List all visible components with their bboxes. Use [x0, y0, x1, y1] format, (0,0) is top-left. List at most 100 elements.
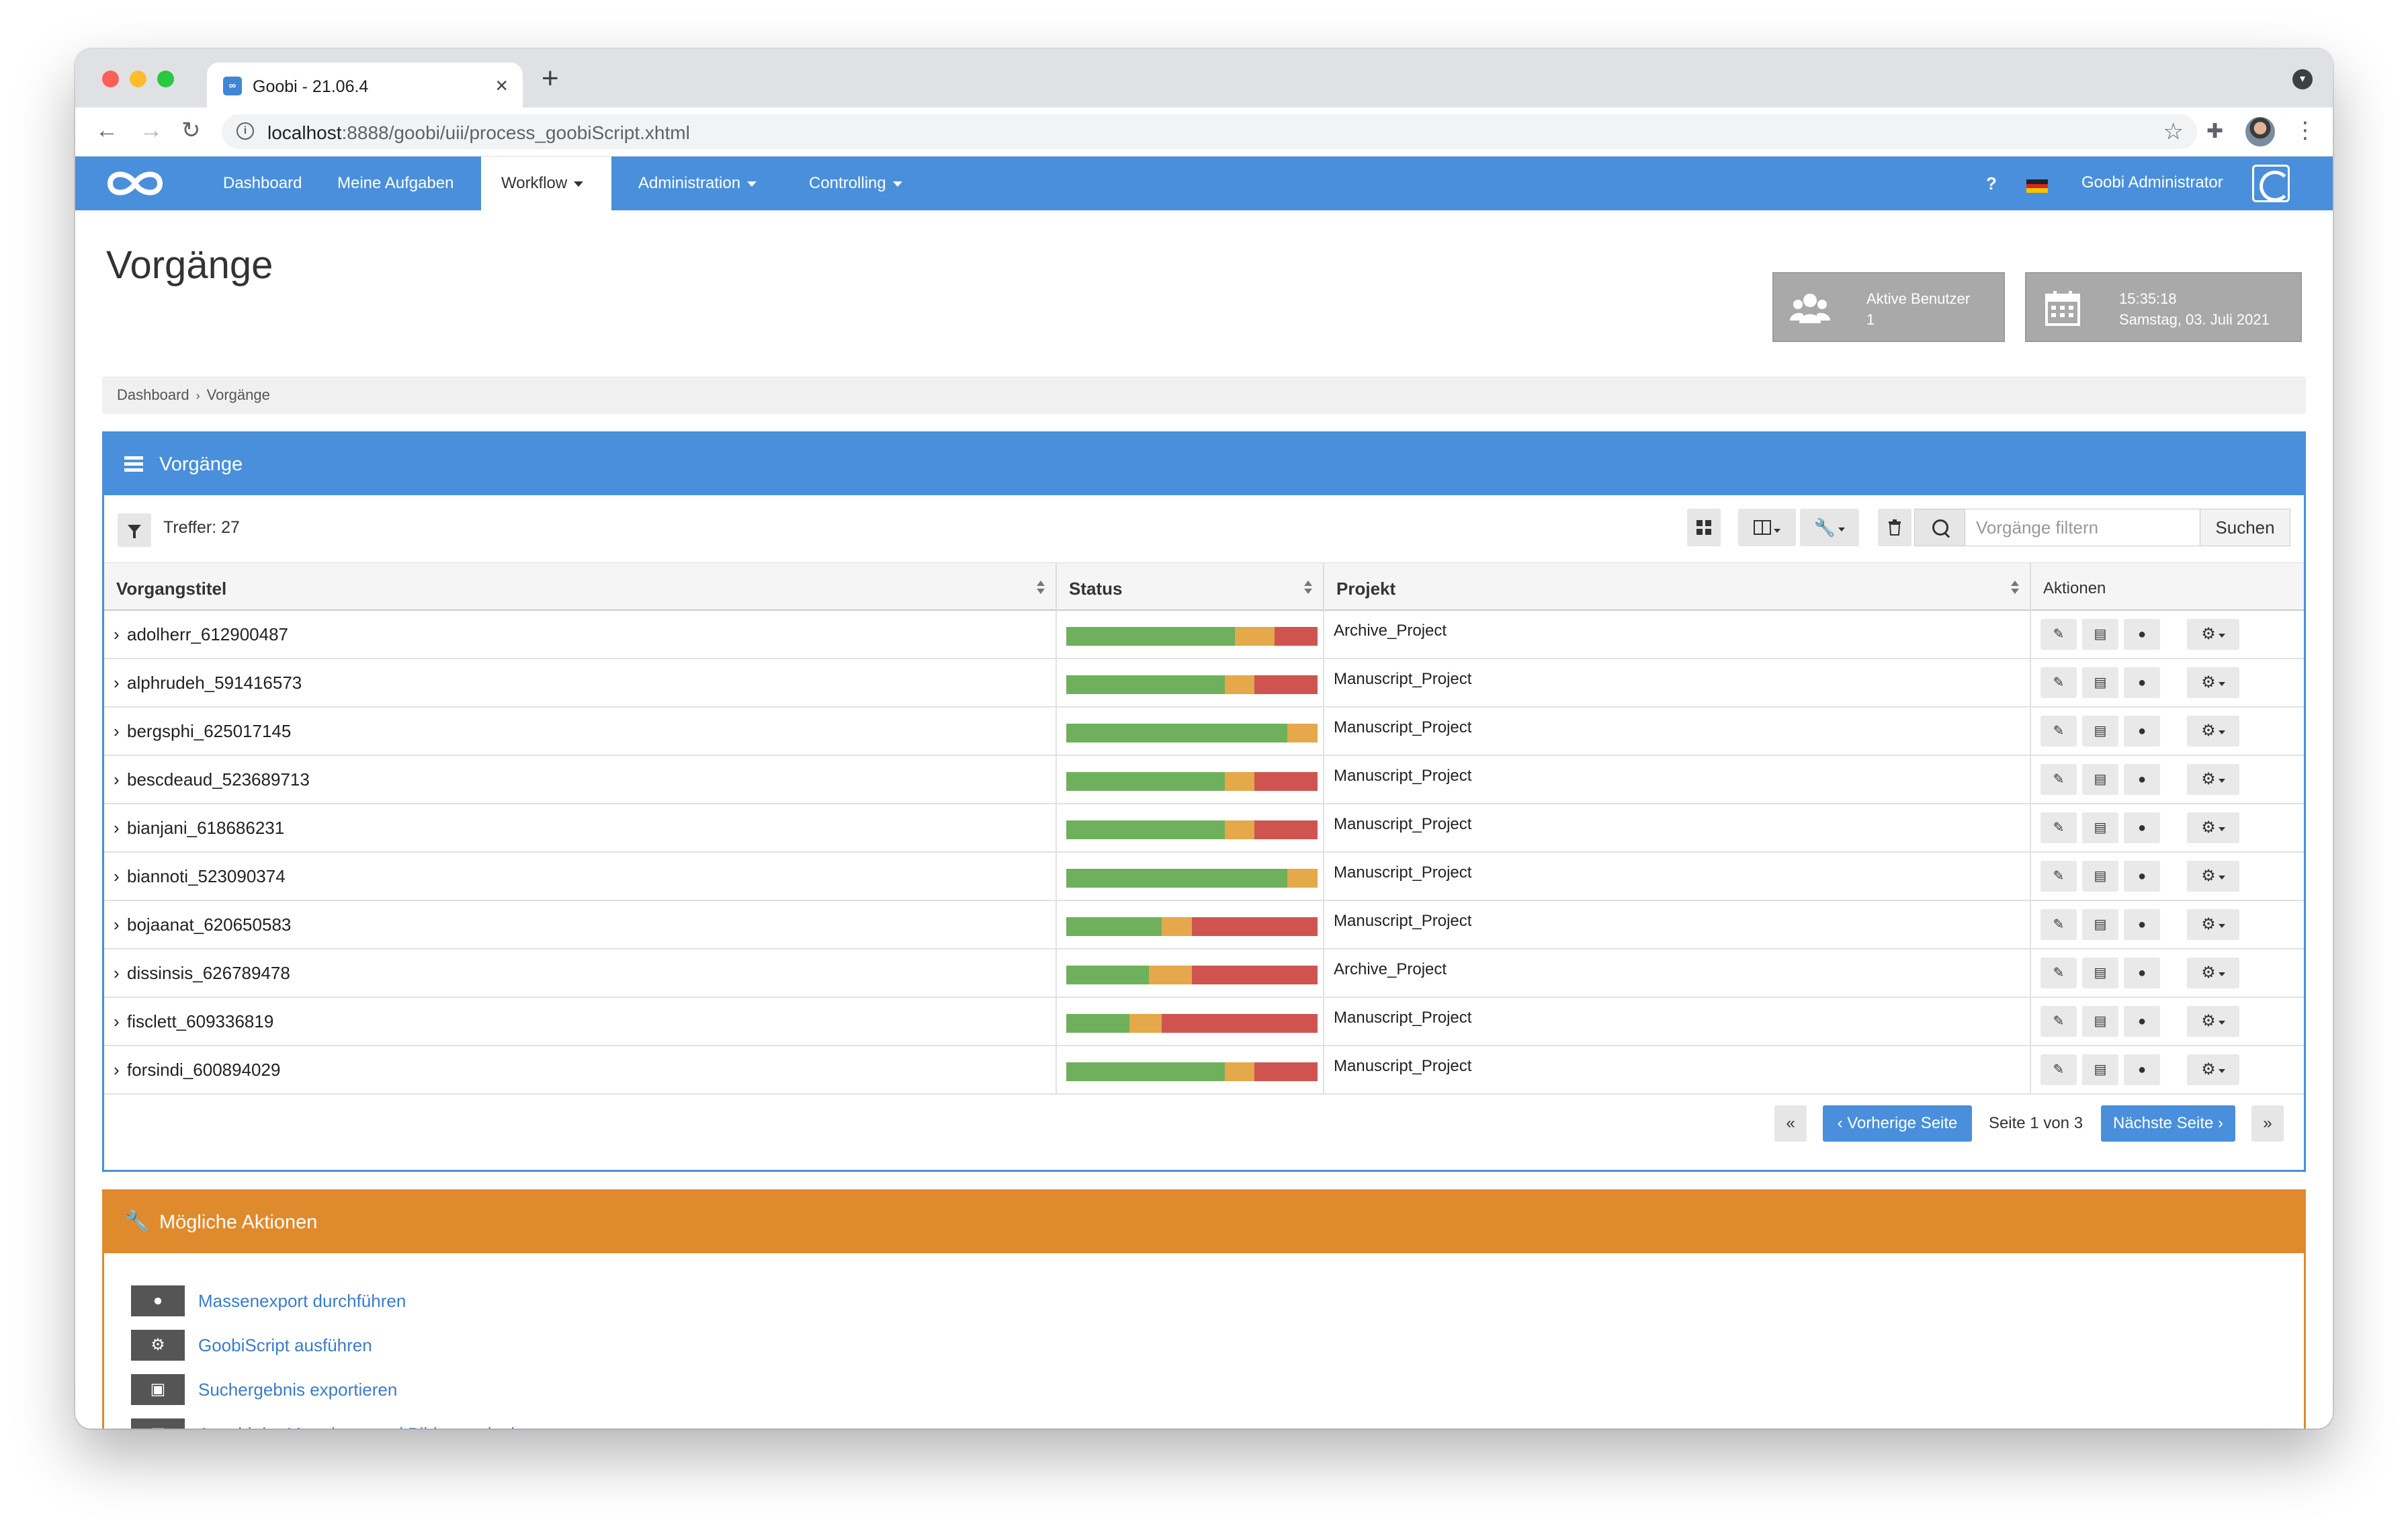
process-title[interactable]: bojaanat_620650583	[127, 915, 291, 935]
expand-chevron-icon[interactable]: ›	[114, 624, 120, 645]
edit-button[interactable]: ✎	[2040, 812, 2077, 843]
header-vorgangstitel[interactable]: Vorgangstitel	[104, 563, 1057, 611]
more-actions-button[interactable]: ⚙	[2187, 1054, 2239, 1085]
minimize-window-button[interactable]	[130, 71, 146, 87]
expand-chevron-icon[interactable]: ›	[114, 1011, 120, 1032]
browser-menu-icon[interactable]: ⋮	[2294, 117, 2317, 144]
expand-chevron-icon[interactable]: ›	[114, 721, 120, 742]
metadata-button[interactable]: ▤	[2082, 716, 2118, 747]
action-link[interactable]: Anzahl der Metadaten und Bilder ermittel…	[198, 1424, 525, 1429]
expand-chevron-icon[interactable]: ›	[114, 769, 120, 790]
nav-workflow[interactable]: Workflow	[481, 157, 611, 210]
process-title[interactable]: alphrudeh_591416573	[127, 673, 302, 693]
export-button[interactable]: ●	[2124, 716, 2160, 747]
new-tab-button[interactable]: +	[542, 64, 559, 93]
more-actions-button[interactable]: ⚙	[2187, 764, 2239, 795]
process-title[interactable]: adolherr_612900487	[127, 624, 288, 645]
metadata-button[interactable]: ▤	[2082, 1006, 2118, 1037]
close-tab-icon[interactable]: ×	[495, 73, 508, 98]
process-title[interactable]: biannoti_523090374	[127, 866, 286, 887]
process-title[interactable]: forsindi_600894029	[127, 1060, 280, 1080]
more-actions-button[interactable]: ⚙	[2187, 716, 2239, 747]
metadata-button[interactable]: ▤	[2082, 861, 2118, 892]
filter-icon[interactable]	[118, 513, 151, 547]
edit-button[interactable]: ✎	[2040, 619, 2077, 650]
process-title[interactable]: bianjani_618686231	[127, 818, 284, 839]
extensions-puzzle-icon[interactable]: ✚	[2206, 120, 2223, 143]
metadata-button[interactable]: ▤	[2082, 667, 2118, 698]
german-flag-icon[interactable]	[2026, 179, 2048, 193]
browser-tab[interactable]: ∞ Goobi - 21.06.4 ×	[207, 62, 523, 108]
next-page-button[interactable]: Nächste Seite ›	[2101, 1105, 2235, 1142]
nav-administration[interactable]: Administration	[630, 157, 765, 210]
metadata-button[interactable]: ▤	[2082, 812, 2118, 843]
action-link[interactable]: Massenexport durchführen	[198, 1291, 406, 1312]
url-field[interactable]: i localhost:8888/goobi/uii/process_goobi…	[222, 114, 2197, 149]
search-button[interactable]: Suchen	[2200, 509, 2290, 546]
goobi-logo-icon[interactable]	[105, 166, 165, 201]
export-button[interactable]: ●	[2124, 1006, 2160, 1037]
more-actions-button[interactable]: ⚙	[2187, 909, 2239, 940]
table-row[interactable]: › forsindi_600894029 Manuscript_Project ✎ ▤ ●…	[104, 1046, 2304, 1095]
search-icon[interactable]	[1914, 509, 1965, 546]
metadata-button[interactable]: ▤	[2082, 958, 2118, 988]
table-row[interactable]: › bojaanat_620650583 Manuscript_Project ✎ ▤ ●…	[104, 901, 2304, 949]
export-button[interactable]: ●	[2124, 619, 2160, 650]
process-title[interactable]: bescdeaud_523689713	[127, 769, 310, 790]
expand-chevron-icon[interactable]: ›	[114, 1060, 120, 1080]
expand-chevron-icon[interactable]: ›	[114, 866, 120, 887]
table-row[interactable]: › alphrudeh_591416573 Manuscript_Project ✎ ▤…	[104, 659, 2304, 708]
table-row[interactable]: › biannoti_523090374 Manuscript_Project ✎ ▤ ●…	[104, 853, 2304, 901]
header-projekt[interactable]: Projekt	[1324, 563, 2031, 611]
edit-button[interactable]: ✎	[2040, 667, 2077, 698]
expand-chevron-icon[interactable]: ›	[114, 818, 120, 839]
header-status[interactable]: Status	[1057, 563, 1324, 611]
expand-chevron-icon[interactable]: ›	[114, 673, 120, 693]
edit-button[interactable]: ✎	[2040, 1006, 2077, 1037]
edit-button[interactable]: ✎	[2040, 764, 2077, 795]
export-button[interactable]: ●	[2124, 1054, 2160, 1085]
export-button[interactable]: ●	[2124, 667, 2160, 698]
table-row[interactable]: › bergsphi_625017145 Manuscript_Project ✎ ▤ ●…	[104, 708, 2304, 756]
export-button[interactable]: ●	[2124, 861, 2160, 892]
site-info-icon[interactable]: i	[236, 122, 254, 140]
zoom-window-button[interactable]	[157, 71, 174, 87]
nav-meine-aufgaben[interactable]: Meine Aufgaben	[329, 157, 462, 210]
bookmark-star-icon[interactable]: ☆	[2163, 118, 2184, 145]
action-link[interactable]: Suchergebnis exportieren	[198, 1380, 397, 1400]
action-link[interactable]: GoobiScript ausführen	[198, 1335, 372, 1356]
export-button[interactable]: ●	[2124, 764, 2160, 795]
nav-dashboard[interactable]: Dashboard	[215, 157, 310, 210]
edit-button[interactable]: ✎	[2040, 958, 2077, 988]
tab-search-icon[interactable]: ▾	[2292, 69, 2313, 89]
expand-chevron-icon[interactable]: ›	[114, 915, 120, 935]
edit-button[interactable]: ✎	[2040, 861, 2077, 892]
table-row[interactable]: › bescdeaud_523689713 Manuscript_Project ✎ ▤…	[104, 756, 2304, 804]
table-row[interactable]: › fisclett_609336819 Manuscript_Project ✎ ▤ ●…	[104, 998, 2304, 1046]
grid-view-button[interactable]	[1687, 509, 1721, 546]
tools-button[interactable]: 🔧	[1800, 509, 1859, 546]
previous-page-button[interactable]: ‹ Vorherige Seite	[1823, 1105, 1972, 1142]
user-menu[interactable]: Goobi Administrator	[2081, 157, 2223, 209]
profile-avatar[interactable]	[2245, 117, 2275, 146]
expand-chevron-icon[interactable]: ›	[114, 963, 120, 984]
metadata-button[interactable]: ▤	[2082, 764, 2118, 795]
export-button[interactable]: ●	[2124, 909, 2160, 940]
forward-icon[interactable]: →	[140, 117, 163, 144]
edit-button[interactable]: ✎	[2040, 1054, 2077, 1085]
process-title[interactable]: bergsphi_625017145	[127, 721, 291, 742]
nav-controlling[interactable]: Controlling	[801, 157, 910, 210]
edit-button[interactable]: ✎	[2040, 909, 2077, 940]
edit-button[interactable]: ✎	[2040, 716, 2077, 747]
more-actions-button[interactable]: ⚙	[2187, 619, 2239, 650]
last-page-button[interactable]: »	[2251, 1105, 2284, 1142]
table-row[interactable]: › adolherr_612900487 Archive_Project ✎ ▤ ● ⚙	[104, 611, 2304, 659]
reload-icon[interactable]: ↻	[181, 117, 201, 144]
user-avatar-icon[interactable]	[2252, 165, 2290, 202]
columns-button[interactable]	[1738, 509, 1796, 546]
metadata-button[interactable]: ▤	[2082, 1054, 2118, 1085]
close-window-button[interactable]	[102, 71, 119, 87]
table-row[interactable]: › dissinsis_626789478 Archive_Project ✎ ▤ ● ⚙	[104, 949, 2304, 998]
export-button[interactable]: ●	[2124, 958, 2160, 988]
table-row[interactable]: › bianjani_618686231 Manuscript_Project ✎ ▤ ●…	[104, 804, 2304, 853]
